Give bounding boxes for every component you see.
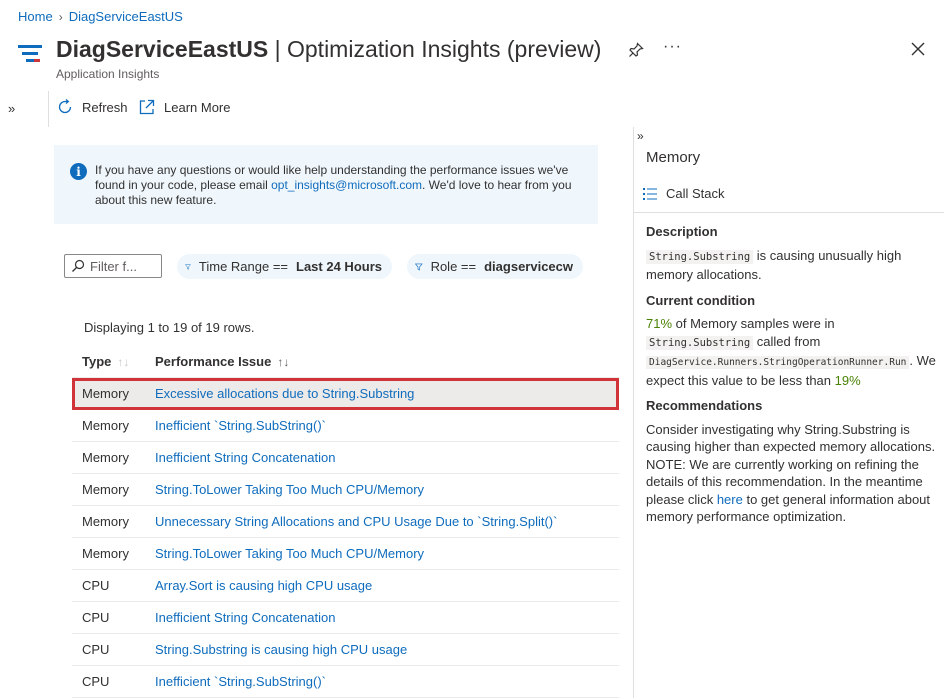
breadcrumb: Home › DiagServiceEastUS [18,9,183,24]
detail-title: Memory [646,149,701,166]
role-label: Role == [430,259,477,274]
row-type: Memory [82,514,129,529]
refresh-label: Refresh [82,99,128,115]
detail-panel: » Memory Call Stack Description String.S… [633,127,944,698]
info-banner: i If you have any questions or would lik… [54,145,598,224]
description-code: String.Substring [646,249,754,264]
page-name: Optimization Insights (preview) [287,36,602,62]
condition-percent: 71% [646,316,673,331]
condition-code-1: String.Substring [646,335,754,350]
filter-placeholder: Filter f... [90,258,137,274]
sort-icon: ↑↓ [277,355,290,369]
resource-name: DiagServiceEastUS [56,36,269,62]
row-issue-link[interactable]: Inefficient `String.SubString()` [155,418,619,433]
performance-issues-table: Type ↑↓ Performance Issue ↑↓ Memory Excess… [72,346,619,698]
row-type: CPU [82,578,110,593]
chevron-right-icon: › [58,9,63,24]
info-icon: i [70,163,87,180]
role-value: diagservicecw [484,259,573,274]
panel-divider [634,212,944,213]
refresh-button[interactable]: Refresh [56,98,128,116]
page-title: DiagServiceEastUS | Optimization Insight… [56,36,601,63]
row-issue-link[interactable]: Inefficient String Concatenation [155,450,619,465]
call-stack-button[interactable]: Call Stack [643,186,725,201]
table-row[interactable]: Memory Inefficient `String.SubString()` [72,410,619,442]
column-header-type[interactable]: Type ↑↓ [72,354,155,369]
title-separator: | [274,36,281,62]
info-text: If you have any questions or would like … [95,163,585,208]
table-row[interactable]: CPU String.Substring is causing high CPU… [72,634,619,666]
row-count-text: Displaying 1 to 19 of 19 rows. [84,320,255,335]
breadcrumb-resource-link[interactable]: DiagServiceEastUS [69,9,183,24]
table-row[interactable]: CPU Inefficient String Concatenation [72,602,619,634]
filter-icon [185,263,191,270]
recommendations-text: Consider investigating why String.Substr… [646,421,941,526]
row-type: CPU [82,610,110,625]
time-range-label: Time Range == [198,259,289,274]
row-type: Memory [82,450,129,465]
page-subtitle: Application Insights [56,67,160,81]
optimization-insights-icon [18,45,42,62]
table-row[interactable]: Memory Unnecessary String Allocations an… [72,506,619,538]
condition-code-2: DiagService.Runners.StringOperationRunne… [646,356,910,369]
condition-heading: Current condition [646,292,756,308]
table-row[interactable]: CPU Array.Sort is causing high CPU usage [72,570,619,602]
table-row[interactable]: Memory Excessive allocations due to Stri… [72,378,619,410]
table-header: Type ↑↓ Performance Issue ↑↓ [72,346,619,378]
filter-icon [415,263,423,271]
search-icon [72,259,85,272]
row-type: CPU [82,642,110,657]
row-issue-link[interactable]: String.Substring is causing high CPU usa… [155,642,619,657]
time-range-filter-pill[interactable]: Time Range == Last 24 Hours [177,254,392,279]
row-issue-link[interactable]: String.ToLower Taking Too Much CPU/Memor… [155,546,619,561]
condition-text-1: of Memory samples were in [672,316,835,331]
table-row[interactable]: Memory String.ToLower Taking Too Much CP… [72,538,619,570]
time-range-value: Last 24 Hours [296,259,382,274]
row-type: CPU [82,674,110,689]
row-type: Memory [82,546,129,561]
row-issue-link[interactable]: String.ToLower Taking Too Much CPU/Memor… [155,482,619,497]
row-type: Memory [82,418,129,433]
column-header-issue[interactable]: Performance Issue ↑↓ [155,354,619,369]
close-icon[interactable] [910,41,926,57]
learn-more-button[interactable]: Learn More [138,98,230,116]
role-filter-pill[interactable]: Role == diagservicecw [407,254,583,279]
condition-text: 71% of Memory samples were in String.Sub… [646,315,941,389]
row-issue-link[interactable]: Excessive allocations due to String.Subs… [155,386,619,401]
sidebar-expand-button[interactable]: » [8,101,15,116]
row-type: Memory [82,386,129,401]
row-issue-link[interactable]: Inefficient String Concatenation [155,610,619,625]
table-row[interactable]: Memory Inefficient String Concatenation [72,442,619,474]
row-issue-link[interactable]: Array.Sort is causing high CPU usage [155,578,619,593]
sort-icon: ↑↓ [117,355,130,369]
pin-icon[interactable] [628,42,644,58]
detail-body: Description String.Substring is causing … [646,223,941,530]
filter-search-input[interactable]: Filter f... [64,254,162,278]
collapse-panel-button[interactable]: » [637,129,644,143]
more-options-button[interactable]: ··· [663,38,682,56]
table-row[interactable]: CPU Inefficient `String.SubString()` [72,666,619,698]
row-issue-link[interactable]: Inefficient `String.SubString()` [155,674,619,689]
row-issue-link[interactable]: Unnecessary String Allocations and CPU U… [155,514,619,529]
call-stack-label: Call Stack [666,186,725,201]
description-text: String.Substring is causing unusually hi… [646,247,941,284]
toolbar-divider [48,91,49,127]
row-type: Memory [82,482,129,497]
recommendations-here-link[interactable]: here [717,492,743,507]
refresh-icon [58,99,72,114]
issue-header-label: Performance Issue [155,354,272,369]
open-in-new-icon [139,99,155,115]
condition-text-2: called from [753,333,821,349]
recommendations-heading: Recommendations [646,398,763,413]
description-heading: Description [646,224,718,239]
type-header-label: Type [82,354,112,369]
feedback-email-link[interactable]: opt_insights@microsoft.com [271,178,422,192]
learn-more-label: Learn More [164,99,231,115]
breadcrumb-home-link[interactable]: Home [18,9,53,24]
table-row[interactable]: Memory String.ToLower Taking Too Much CP… [72,474,619,506]
condition-threshold: 19% [834,372,861,388]
list-icon [643,187,657,200]
